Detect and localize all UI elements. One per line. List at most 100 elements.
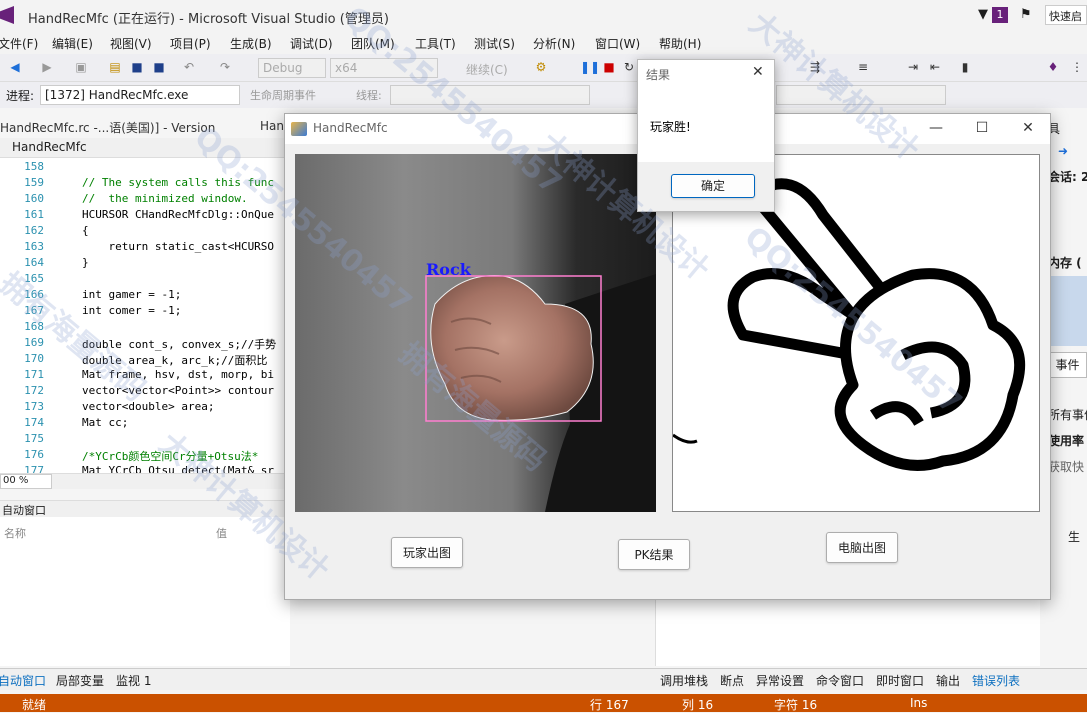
code-line: // The system calls this func [82,176,275,189]
stack-frame-select[interactable] [776,85,946,105]
undo-icon[interactable]: ↶ [182,60,196,74]
back-icon[interactable]: ◀ [8,60,22,74]
code-line: Mat frame, hsv, dst, morp, bi [82,368,275,381]
app-icon [291,122,307,136]
break-all-icon[interactable]: ❚❚ [580,60,600,74]
maximize-icon[interactable]: ☐ [959,114,1005,144]
menu-team[interactable]: 团队(M) [351,35,395,52]
bottom-tool-tabs: 自动窗口 局部变量 监视 1 调用堆栈 断点 异常设置 命令窗口 即时窗口 输出… [0,668,1087,690]
code-line: { [82,224,89,237]
open-folder-icon[interactable]: ▤ [108,60,122,74]
menu-help[interactable]: 帮助(H) [659,35,701,52]
line-number: 161 [24,208,44,221]
status-ins: Ins [910,696,928,710]
msgbox-text: 玩家胜! [650,120,691,134]
msgbox-footer: 确定 [638,162,774,211]
stop-debugging-icon[interactable]: ■ [602,60,616,74]
events-tab[interactable]: 事件 [1048,352,1087,378]
code-line: } [82,256,89,269]
menu-edit[interactable]: 编辑(E) [52,35,93,52]
pk-result-button[interactable]: PK结果 [618,539,690,570]
quick-launch-input[interactable]: 快速启 [1045,5,1087,25]
zoom-select[interactable]: 00 % [0,474,52,489]
feedback-icon[interactable]: ⚑ [1020,7,1032,22]
menu-project[interactable]: 项目(P) [170,35,211,52]
filter-icon[interactable]: ▼ [978,7,988,22]
toolbar-overflow-icon[interactable]: ⋮ [1070,60,1084,74]
ok-button[interactable]: 确定 [671,174,755,198]
usage-label: 使用率 [1048,434,1085,448]
editor-navigation-bar[interactable]: HandRecMfc [0,138,290,158]
close-icon[interactable]: ✕ [1005,114,1051,144]
line-number: 167 [24,304,44,317]
insights-icon[interactable]: ♦ [1046,60,1060,74]
bookmark-icon[interactable]: ▮ [958,60,972,74]
menu-tools[interactable]: 工具(T) [415,35,456,52]
line-number: 174 [24,416,44,429]
process-label: 进程: [6,89,35,103]
tab-resource-file[interactable]: HandRecMfc.rc -...语(美国)] - Version [0,119,215,136]
msgbox-title: 结果 [646,68,671,82]
line-number: 175 [24,432,44,445]
menu-window[interactable]: 窗口(W) [595,35,640,52]
continue-button[interactable]: 继续(C) [466,61,508,78]
menu-debug[interactable]: 调试(D) [290,35,333,52]
tab-exception-settings[interactable]: 异常设置 [756,672,804,689]
vs-window-title: HandRecMfc (正在运行) - Microsoft Visual Stu… [28,12,389,27]
menu-file[interactable]: 文件(F) [0,35,38,52]
platform-select[interactable]: x64 [330,58,438,78]
process-select[interactable]: [1372] HandRecMfc.exe [40,85,240,105]
export-icon[interactable]: ➜ [1058,144,1068,158]
all-events-label: 所有事件 [1048,408,1087,422]
generate-label: 生 [1068,530,1081,544]
camera-frame-illustration [425,274,656,512]
menu-analyze[interactable]: 分析(N) [533,35,575,52]
solution-config-select[interactable]: Debug [258,58,326,78]
menu-test[interactable]: 测试(S) [474,35,515,52]
code-line: // the minimized window. [82,192,248,205]
minimize-icon[interactable]: — [913,114,959,144]
menu-build[interactable]: 生成(B) [230,35,272,52]
thread-select[interactable] [390,85,590,105]
line-number: 166 [24,288,44,301]
computer-draw-button[interactable]: 电脑出图 [826,532,898,563]
tab-output[interactable]: 输出 [936,672,960,689]
vs-standard-toolbar: ◀ ▶ ▣ ▤ ■ ■ ↶ ↷ Debug x64 继续(C) ⚙ ❚❚ ■ ↻… [0,54,1087,82]
status-col: 列 16 [682,698,714,712]
tab-autos[interactable]: 自动窗口 [0,672,46,689]
attach-icon[interactable]: ⚙ [534,60,548,74]
line-number: 169 [24,336,44,349]
outdent-icon[interactable]: ⇤ [928,60,942,74]
tab-command-window[interactable]: 命令窗口 [816,672,864,689]
align-icon[interactable]: ≡ [856,60,870,74]
new-item-icon[interactable]: ▣ [74,60,88,74]
line-number: 170 [24,352,44,365]
autos-title: 自动窗口 [0,501,290,517]
line-number: 162 [24,224,44,237]
output-panel [655,600,1040,666]
tab-locals[interactable]: 局部变量 [56,672,104,689]
player-draw-button[interactable]: 玩家出图 [391,537,463,568]
menu-view[interactable]: 视图(V) [110,35,152,52]
tab-watch-1[interactable]: 监视 1 [116,672,151,689]
tab-immediate-window[interactable]: 即时窗口 [876,672,924,689]
line-number: 159 [24,176,44,189]
tab-error-list[interactable]: 错误列表 [972,672,1020,689]
status-ready: 就绪 [22,698,47,712]
restart-icon[interactable]: ↻ [622,60,636,74]
save-all-icon[interactable]: ■ [152,60,166,74]
visual-studio-logo-icon [0,6,14,24]
lifecycle-events-button[interactable]: 生命周期事件 [250,87,316,103]
notification-badge[interactable]: 1 [992,7,1008,23]
forward-icon[interactable]: ▶ [40,60,54,74]
redo-icon[interactable]: ↷ [218,60,232,74]
indent-icon[interactable]: ⇥ [906,60,920,74]
tab-call-stack[interactable]: 调用堆栈 [660,672,708,689]
tab-breakpoints[interactable]: 断点 [720,672,744,689]
msgbox-close-icon[interactable]: ✕ [752,64,764,80]
line-number: 171 [24,368,44,381]
code-line: return static_cast<HCURSO [82,240,275,253]
step-icon[interactable]: ⇶ [808,60,822,74]
vs-menu-bar: 文件(F) 编辑(E) 视图(V) 项目(P) 生成(B) 调试(D) 团队(M… [0,32,1087,54]
save-icon[interactable]: ■ [130,60,144,74]
